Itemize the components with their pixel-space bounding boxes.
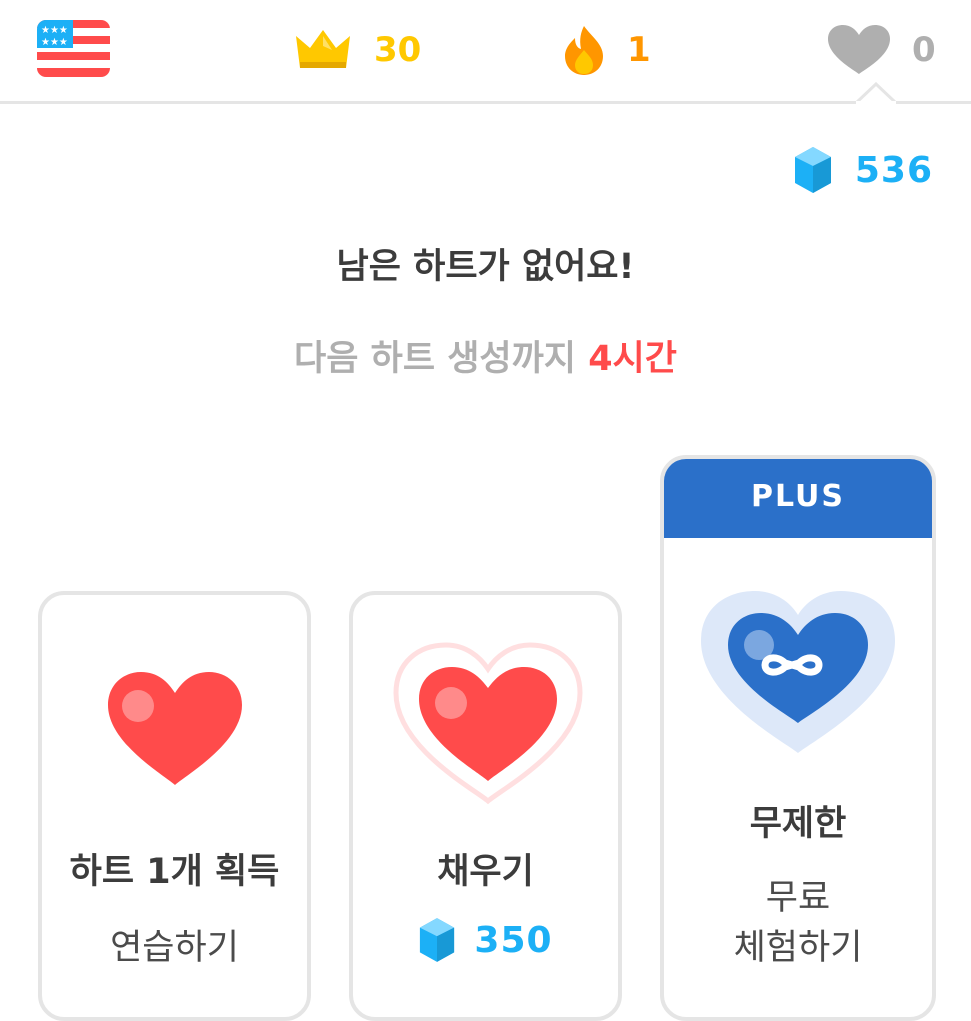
popover-caret [856,82,896,104]
svg-text:★★★: ★★★ [41,37,68,48]
streak-stat[interactable]: 1 [561,22,651,78]
hearts-count: 0 [912,30,936,70]
no-hearts-title: 남은 하트가 없어요! [336,247,635,287]
crown-stat[interactable]: 30 [292,22,421,78]
streak-count: 1 [627,30,651,70]
us-flag-icon[interactable]: ★★★ ★★★ [37,20,110,77]
refill-timer: 다음 하트 생성까지 4시간 [0,330,971,381]
gem-balance: 536 [793,146,933,194]
plus-card[interactable]: PLUS 무제한 무료 체험하기 [660,455,936,1021]
top-bar: ★★★ ★★★ 30 1 0 [0,0,971,103]
hearts-stat[interactable]: 0 [826,22,936,78]
heart-empty-icon [828,25,890,74]
refill-price-value: 350 [474,919,553,961]
practice-card-title: 하트 1개 획득 [69,852,280,892]
refill-price: 350 [353,917,618,963]
refill-timer-time: 4시간 [588,339,677,379]
refill-timer-prefix: 다음 하트 생성까지 [294,339,589,379]
refill-card-title: 채우기 [437,852,534,892]
plus-card-title: 무제한 [749,804,847,844]
top-bar-divider [0,101,971,104]
refill-card[interactable]: 채우기 350 [349,591,622,1021]
gem-icon [794,147,831,193]
infinite-heart-icon [701,591,895,753]
plus-card-subtitle-line2: 체험하기 [733,928,863,968]
heart-refill-icon [393,642,583,805]
crown-icon [296,30,350,68]
svg-text:★★★: ★★★ [41,25,68,36]
plus-card-subtitle-line1: 무료 [765,878,831,918]
fire-icon [565,26,603,75]
heart-icon [108,672,242,785]
practice-card-subtitle: 연습하기 [110,928,239,968]
crown-count: 30 [374,30,422,70]
plus-badge: PLUS [664,459,932,538]
practice-card[interactable]: 하트 1개 획득 연습하기 [38,591,311,1021]
gem-icon [420,918,455,962]
gem-count: 536 [854,149,933,191]
